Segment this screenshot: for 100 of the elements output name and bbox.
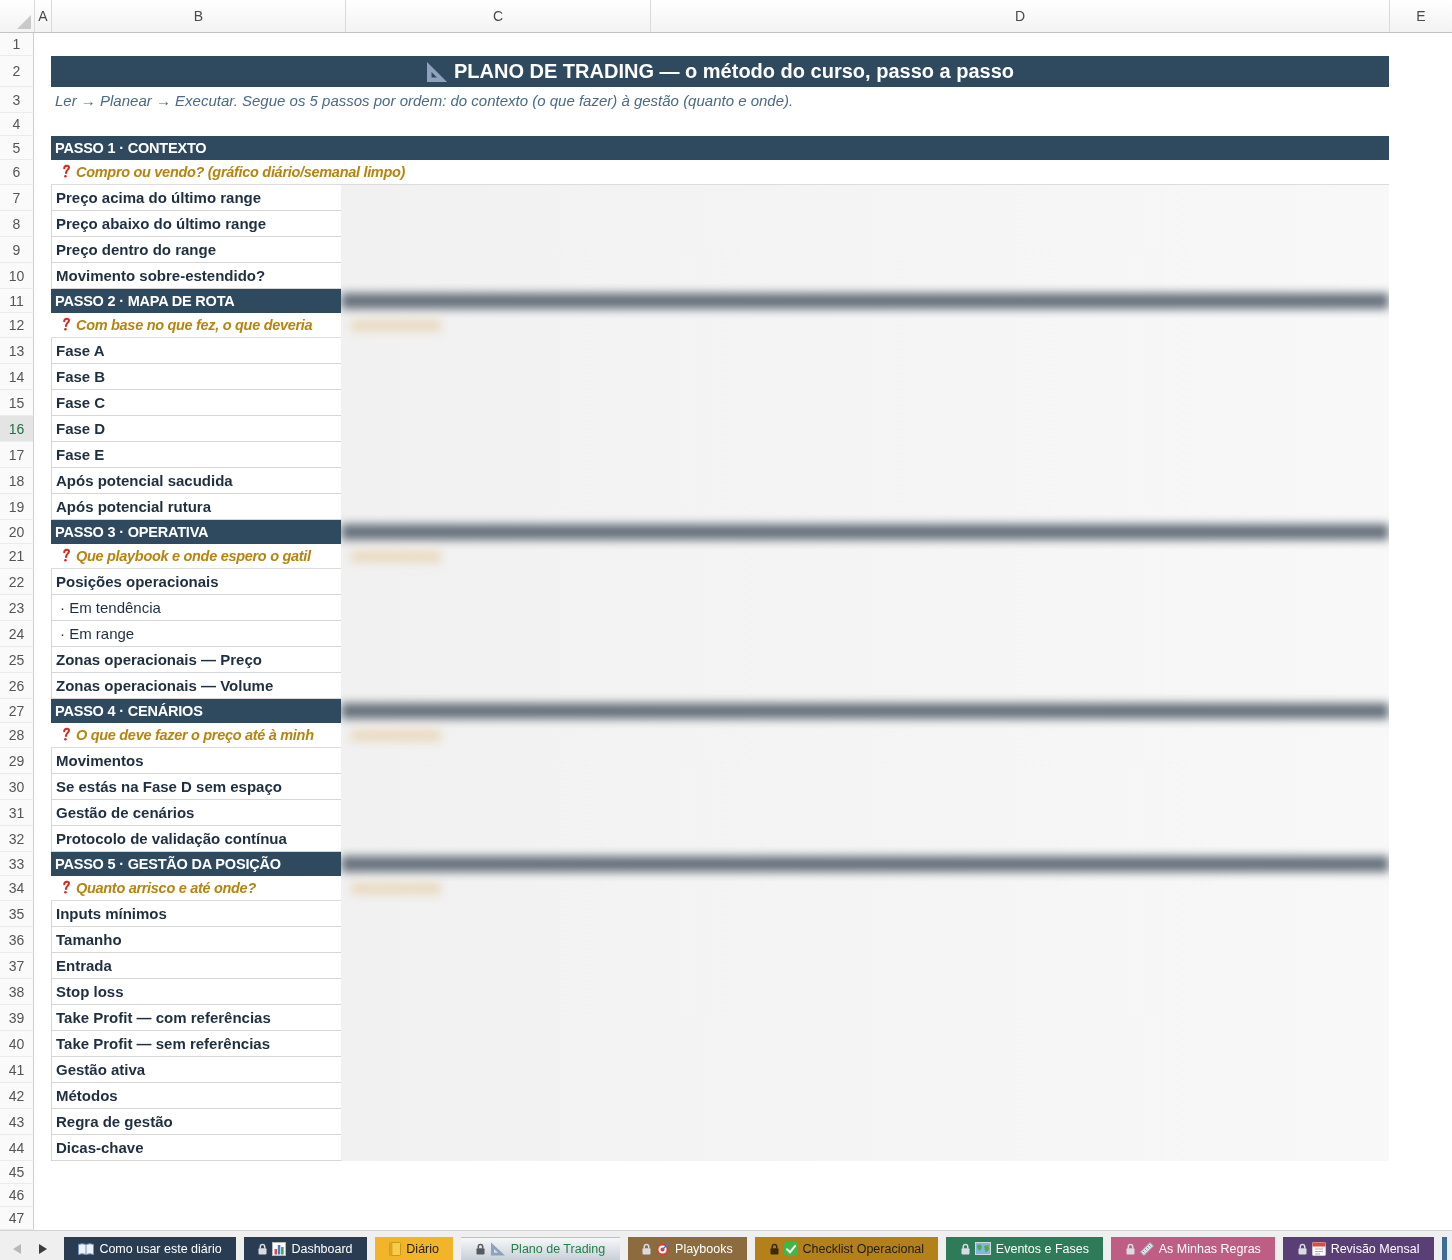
column-header[interactable]: E <box>1389 0 1452 32</box>
sheet-tab[interactable]: As Minhas Regras <box>1111 1237 1276 1260</box>
row-header[interactable]: 14 <box>0 364 34 390</box>
sheet-tab[interactable]: Checklist Operacional <box>755 1237 939 1260</box>
row-header[interactable]: 30 <box>0 774 34 800</box>
row-header[interactable]: 46 <box>0 1184 34 1207</box>
question-mark-icon <box>62 317 70 331</box>
table-cell: Gestão de cenários <box>51 800 341 826</box>
row-header[interactable]: 7 <box>0 185 34 211</box>
row-header[interactable]: 23 <box>0 595 34 621</box>
row-header[interactable]: 26 <box>0 673 34 699</box>
question-mark-icon <box>62 880 70 894</box>
row-header[interactable]: 8 <box>0 211 34 237</box>
row-header[interactable]: 13 <box>0 338 34 364</box>
row-header[interactable]: 1 <box>0 33 34 56</box>
row-header[interactable]: 37 <box>0 953 34 979</box>
row-header[interactable]: 6 <box>0 160 34 185</box>
table-cell: Regra de gestão <box>51 1109 341 1135</box>
ruler-icon <box>1139 1241 1154 1256</box>
table-cell: Take Profit — sem referências <box>51 1031 341 1057</box>
row-header[interactable]: 43 <box>0 1109 34 1135</box>
section-header: PASSO 2 · MAPA DE ROTA <box>51 289 341 313</box>
row-header[interactable]: 4 <box>0 113 34 136</box>
table-cell: Se estás na Fase D sem espaço <box>51 774 341 800</box>
question-text: Quanto arrisco e até onde? <box>76 880 256 896</box>
sheet-tab[interactable]: Diário <box>374 1237 454 1260</box>
sheet-tab[interactable] <box>1441 1237 1447 1260</box>
table-cell: Zonas operacionais — Preço <box>51 647 341 673</box>
sheet-tab[interactable]: Revisão Mensal <box>1283 1237 1434 1260</box>
row-header[interactable]: 22 <box>0 569 34 595</box>
row-header[interactable]: 5 <box>0 136 34 160</box>
table-cell: Fase A <box>51 338 341 364</box>
table-cell: Gestão ativa <box>51 1057 341 1083</box>
row-header[interactable]: 15 <box>0 390 34 416</box>
row-header[interactable]: 12 <box>0 313 34 338</box>
row-header[interactable]: 35 <box>0 901 34 927</box>
triangle-ruler-icon <box>425 60 448 83</box>
section-header: PASSO 3 · OPERATIVA <box>51 520 341 544</box>
sheet-tab[interactable]: Eventos e Fases <box>946 1237 1104 1260</box>
row-header[interactable]: 31 <box>0 800 34 826</box>
column-header[interactable]: B <box>51 0 345 32</box>
bar-chart-icon <box>272 1241 287 1256</box>
column-header[interactable]: C <box>345 0 650 32</box>
question-text: Com base no que fez, o que deveria <box>76 317 313 333</box>
row-header[interactable]: 18 <box>0 468 34 494</box>
row-header[interactable]: 40 <box>0 1031 34 1057</box>
row-header[interactable]: 45 <box>0 1161 34 1184</box>
row-header[interactable]: 10 <box>0 263 34 289</box>
sheet-tab[interactable]: Como usar este diário <box>64 1237 237 1260</box>
row-header[interactable]: 19 <box>0 494 34 520</box>
row-header[interactable]: 34 <box>0 876 34 901</box>
row-header[interactable]: 29 <box>0 748 34 774</box>
sheet-tab[interactable]: Dashboard <box>244 1237 367 1260</box>
column-header[interactable]: D <box>650 0 1389 32</box>
table-cell: Preço acima do último range <box>51 185 341 211</box>
row-header[interactable]: 25 <box>0 647 34 673</box>
table-cell: Fase C <box>51 390 341 416</box>
question-text: O que deve fazer o preço até à minh <box>76 727 314 743</box>
column-header[interactable]: A <box>34 0 51 32</box>
row-header[interactable]: 44 <box>0 1135 34 1161</box>
map-icon <box>974 1242 991 1255</box>
row-header[interactable]: 42 <box>0 1083 34 1109</box>
row-header[interactable]: 36 <box>0 927 34 953</box>
row-header[interactable]: 9 <box>0 237 34 263</box>
row-header[interactable]: 27 <box>0 699 34 723</box>
table-cell: Preço abaixo do último range <box>51 211 341 237</box>
row-header[interactable]: 20 <box>0 520 34 544</box>
table-cell: Stop loss <box>51 979 341 1005</box>
table-cell: Entrada <box>51 953 341 979</box>
row-header[interactable]: 11 <box>0 289 34 313</box>
row-header[interactable]: 39 <box>0 1005 34 1031</box>
row-header[interactable]: 17 <box>0 442 34 468</box>
row-header[interactable]: 38 <box>0 979 34 1005</box>
triangle-ruler-icon <box>489 1242 506 1256</box>
check-box-icon <box>783 1241 798 1256</box>
table-cell: Inputs mínimos <box>51 901 341 927</box>
section-header: PASSO 5 · GESTÃO DA POSIÇÃO <box>51 852 341 876</box>
table-cell: Fase B <box>51 364 341 390</box>
table-cell: Tamanho <box>51 927 341 953</box>
sheet-tab[interactable]: Plano de Trading <box>461 1237 620 1260</box>
caret-right-icon[interactable] <box>39 1243 47 1254</box>
table-cell: Fase E <box>51 442 341 468</box>
table-cell: Take Profit — com referências <box>51 1005 341 1031</box>
row-header[interactable]: 3 <box>0 87 34 113</box>
sheet-title: PLANO DE TRADING — o método do curso, passo a passo <box>453 60 1015 83</box>
row-header[interactable]: 47 <box>0 1207 34 1230</box>
row-header[interactable]: 32 <box>0 826 34 852</box>
row-header[interactable]: 24 <box>0 621 34 647</box>
row-header[interactable]: 2 <box>0 56 34 87</box>
row-header[interactable]: 33 <box>0 852 34 876</box>
table-cell: Após potencial sacudida <box>51 468 341 494</box>
table-cell: Movimentos <box>51 748 341 774</box>
sheet-tab[interactable]: Playbooks <box>627 1237 748 1260</box>
row-header[interactable]: 16 <box>0 416 34 442</box>
section-header: PASSO 1 · CONTEXTO <box>51 136 1389 160</box>
row-header[interactable]: 28 <box>0 723 34 748</box>
row-header[interactable]: 41 <box>0 1057 34 1083</box>
row-header[interactable]: 21 <box>0 544 34 569</box>
section-header: PASSO 4 · CENÁRIOS <box>51 699 341 723</box>
question-mark-icon <box>62 727 70 741</box>
